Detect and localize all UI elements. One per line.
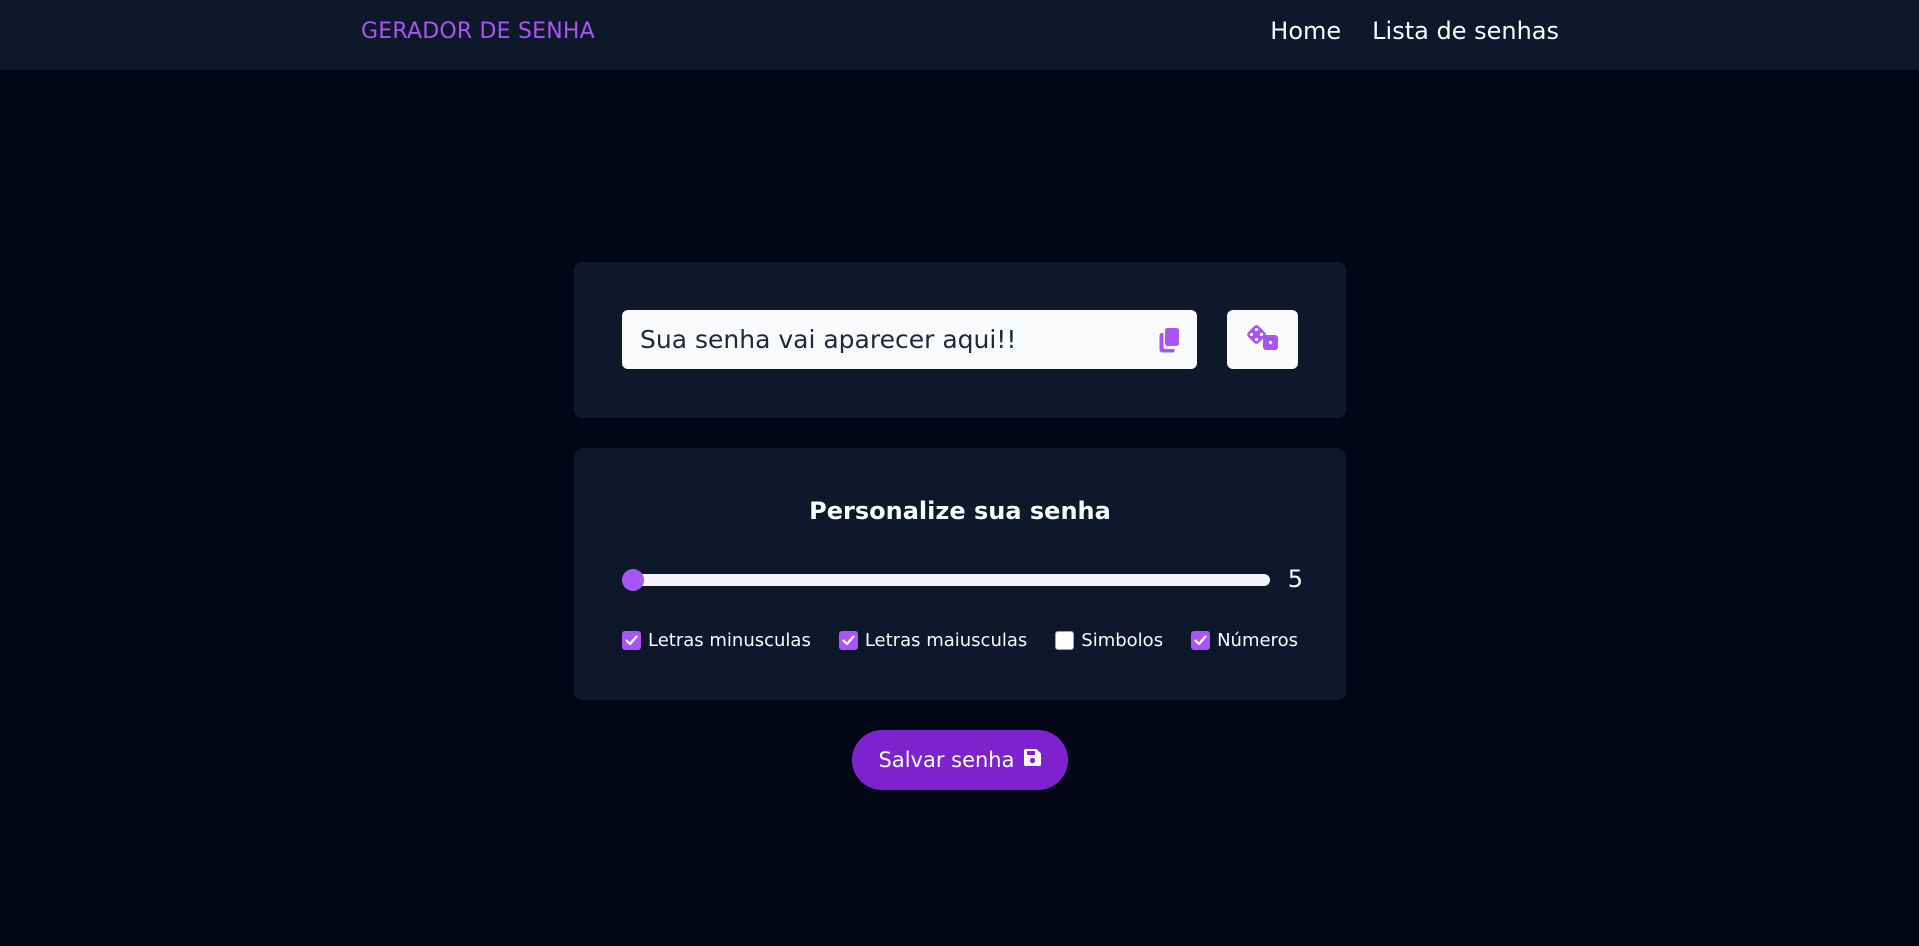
brand-logo-text[interactable]: GERADOR DE SENHA	[361, 19, 595, 44]
symbols-checkbox[interactable]	[1055, 631, 1075, 650]
character-options: Letras minusculas Letras maiusculas Simb…	[622, 630, 1298, 651]
numbers-checkbox[interactable]	[1191, 631, 1211, 650]
generate-password-button[interactable]	[1227, 310, 1298, 369]
password-card	[574, 262, 1346, 418]
dice-icon	[1246, 324, 1280, 355]
uppercase-label: Letras maiusculas	[864, 630, 1028, 651]
length-value: 5	[1287, 565, 1303, 593]
options-card: Personalize sua senha 5 Letras minuscula…	[574, 448, 1346, 700]
password-field	[622, 310, 1197, 369]
numbers-label: Números	[1217, 630, 1298, 651]
save-password-button[interactable]: Salvar senha	[852, 730, 1068, 790]
nav-link-password-list[interactable]: Lista de senhas	[1372, 17, 1559, 45]
option-lowercase[interactable]: Letras minusculas	[622, 630, 811, 651]
length-slider[interactable]	[622, 569, 1270, 591]
copy-icon[interactable]	[1155, 325, 1183, 355]
option-numbers[interactable]: Números	[1191, 630, 1298, 651]
lowercase-label: Letras minusculas	[648, 630, 811, 651]
password-output[interactable]	[622, 310, 1142, 369]
nav-link-home[interactable]: Home	[1270, 17, 1341, 45]
save-button-label: Salvar senha	[878, 748, 1015, 772]
nav-links: Home Lista de senhas	[1270, 17, 1559, 45]
uppercase-checkbox[interactable]	[838, 631, 858, 650]
navbar: GERADOR DE SENHA Home Lista de senhas	[0, 0, 1919, 70]
floppy-disk-icon	[1023, 748, 1042, 772]
option-symbols[interactable]: Simbolos	[1055, 630, 1163, 651]
lowercase-checkbox[interactable]	[622, 631, 641, 650]
symbols-label: Simbolos	[1081, 630, 1164, 651]
length-slider-thumb[interactable]	[622, 569, 644, 591]
options-title: Personalize sua senha	[809, 497, 1111, 525]
option-uppercase[interactable]: Letras maiusculas	[838, 630, 1028, 651]
